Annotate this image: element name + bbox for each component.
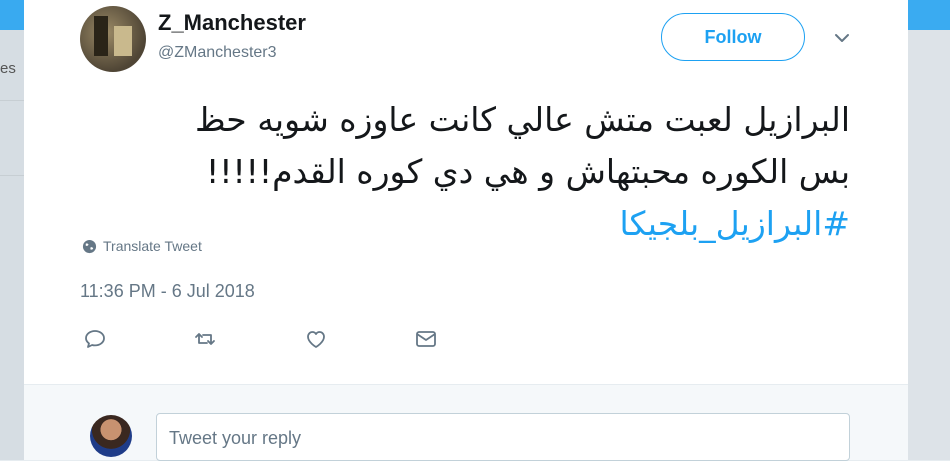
- tweet-timestamp[interactable]: 11:36 PM - 6 Jul 2018: [80, 281, 255, 302]
- reply-section: Tweet your reply: [24, 385, 908, 461]
- author-avatar[interactable]: [80, 6, 146, 72]
- follow-button[interactable]: Follow: [661, 13, 805, 61]
- direct-message-icon[interactable]: [414, 327, 438, 351]
- reply-icon[interactable]: [83, 327, 107, 351]
- chevron-down-icon[interactable]: [832, 28, 852, 48]
- tweet-card: Z_Manchester @ZManchester3 Follow البراز…: [24, 0, 908, 461]
- translate-tweet-link[interactable]: Translate Tweet: [82, 238, 202, 254]
- background-text-fragment: es: [0, 60, 16, 77]
- hashtag-link[interactable]: #البرازيل_بلجيكا: [114, 198, 850, 250]
- globe-icon: [82, 239, 97, 253]
- author-name[interactable]: Z_Manchester: [158, 10, 306, 36]
- tweet-text: البرازيل لعبت متش عالي كانت عاوزه شويه ح…: [114, 94, 850, 250]
- background-page-left: es: [0, 0, 24, 460]
- background-page-right: [908, 0, 950, 460]
- tweet-text-line: بس الكوره محبتهاش و هي دي كوره القدم!!!!…: [205, 152, 850, 191]
- translate-label: Translate Tweet: [103, 238, 202, 254]
- divider: [0, 100, 24, 101]
- tweet-text-line: البرازيل لعبت متش عالي كانت عاوزه شويه ح…: [194, 100, 850, 139]
- like-icon[interactable]: [304, 327, 328, 351]
- author-handle[interactable]: @ZManchester3: [158, 44, 277, 62]
- user-avatar[interactable]: [90, 415, 132, 457]
- background-header-bar: [0, 0, 24, 30]
- background-header-bar: [908, 0, 950, 30]
- retweet-icon[interactable]: [193, 327, 217, 351]
- divider: [0, 175, 24, 176]
- reply-input[interactable]: Tweet your reply: [156, 413, 850, 461]
